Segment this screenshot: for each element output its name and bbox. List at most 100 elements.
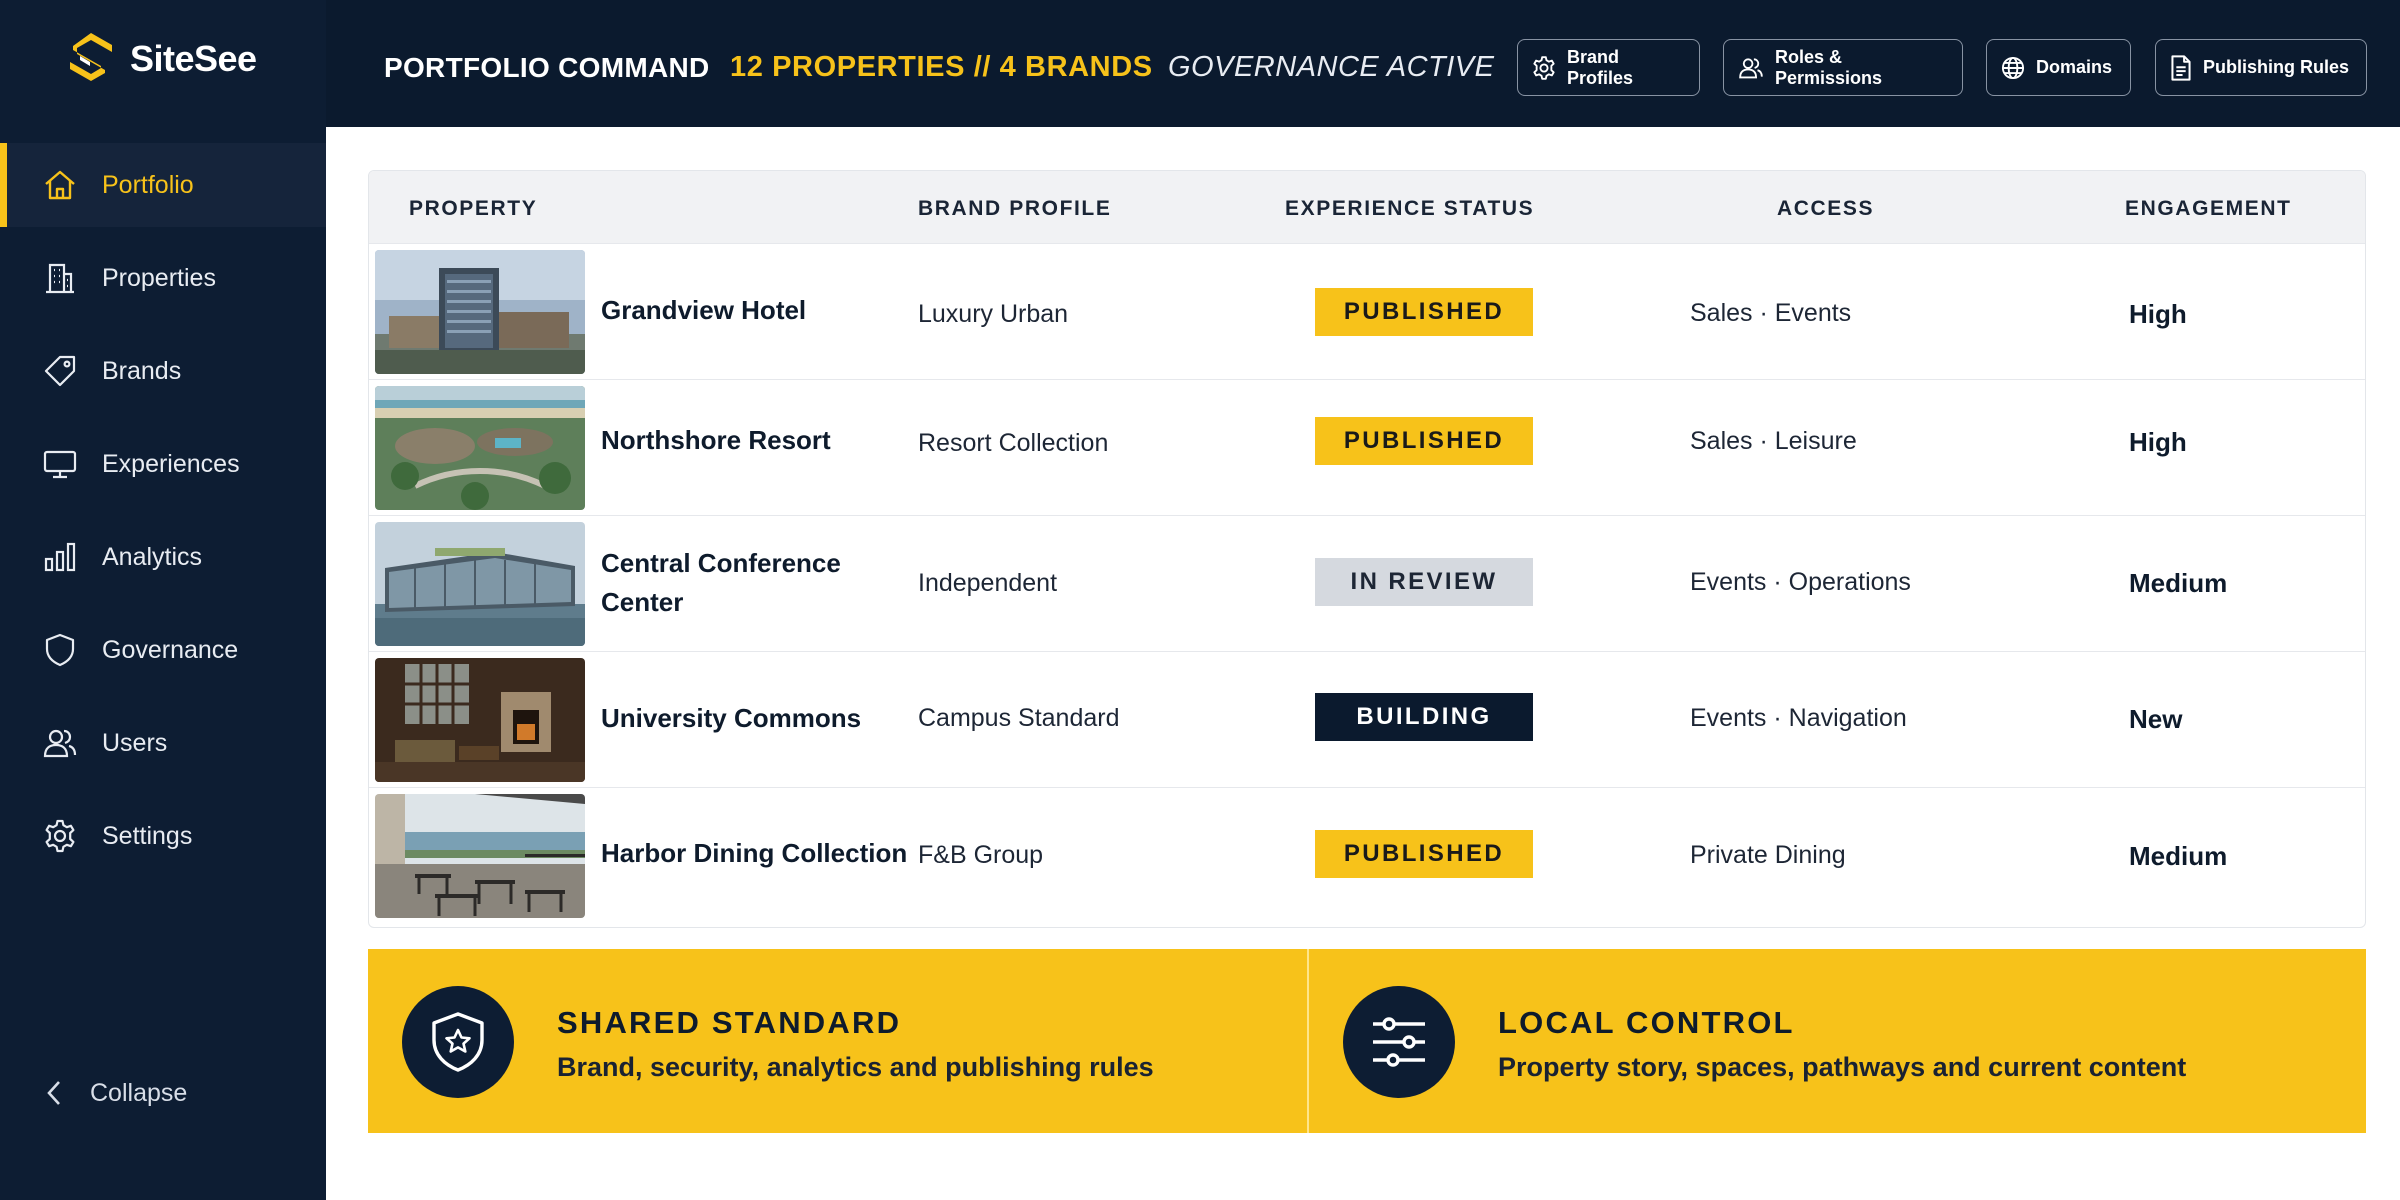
- gear-icon: [40, 816, 80, 856]
- table-row[interactable]: Harbor Dining Collection F&B Group PUBLI…: [369, 787, 2365, 923]
- logo-mark-icon: [70, 33, 112, 81]
- access-value: Sales · Leisure: [1690, 427, 1857, 455]
- sidebar-item-properties[interactable]: Properties: [0, 236, 326, 320]
- button-label: Brand Profiles: [1567, 46, 1634, 88]
- sidebar-item-label: Governance: [102, 635, 239, 664]
- status-badge: PUBLISHED: [1315, 417, 1533, 465]
- sidebar-item-label: Properties: [102, 263, 216, 292]
- table-row[interactable]: Grandview Hotel Luxury Urban PUBLISHED S…: [369, 243, 2365, 379]
- access-value: Sales · Events: [1690, 299, 1852, 327]
- panel-title: LOCAL CONTROL: [1498, 1005, 1795, 1040]
- engagement-value: Medium: [2129, 841, 2228, 871]
- brand-profile: F&B Group: [918, 841, 1044, 869]
- collapse-button[interactable]: Collapse: [44, 1078, 187, 1108]
- panel-subtitle: Property story, spaces, pathways and cur…: [1498, 1052, 2187, 1082]
- column-header-property[interactable]: PROPERTY: [409, 197, 537, 221]
- column-header-engagement[interactable]: ENGAGEMENT: [2125, 197, 2292, 221]
- property-name[interactable]: Northshore Resort: [601, 421, 871, 460]
- column-header-experience-status[interactable]: EXPERIENCE STATUS: [1285, 197, 1534, 221]
- table-row[interactable]: University Commons Campus Standard BUILD…: [369, 651, 2365, 787]
- property-thumbnail: [375, 250, 585, 374]
- sidebar-item-label: Experiences: [102, 449, 240, 478]
- logo[interactable]: SiteSee: [66, 30, 257, 88]
- property-thumbnail: [375, 522, 585, 646]
- brand-profile: Independent: [918, 569, 1058, 597]
- status-badge: PUBLISHED: [1315, 830, 1533, 878]
- top-bar: PORTFOLIO COMMAND 12 PROPERTIES // 4 BRA…: [326, 0, 2400, 127]
- property-name[interactable]: University Commons: [601, 699, 871, 738]
- brand-profile: Campus Standard: [918, 704, 1120, 732]
- local-control-panel: LOCAL CONTROL Property story, spaces, pa…: [1307, 949, 2366, 1133]
- monitor-icon: [40, 444, 80, 484]
- button-label: Publishing Rules: [2203, 57, 2350, 77]
- sidebar-item-label: Analytics: [102, 542, 203, 571]
- roles-permissions-button[interactable]: Roles & Permissions: [1723, 39, 1963, 96]
- access-value: Events · Operations: [1690, 568, 1911, 596]
- users-icon: [1739, 57, 1763, 78]
- governance-panels: SHARED STANDARD Brand, security, analyti…: [368, 949, 2366, 1133]
- property-thumbnail: [375, 794, 585, 918]
- sidebar-item-label: Portfolio: [102, 170, 194, 199]
- column-header-access[interactable]: ACCESS: [1777, 197, 1874, 221]
- sidebar-item-experiences[interactable]: Experiences: [0, 422, 326, 506]
- main-content: PROPERTY BRAND PROFILE EXPERIENCE STATUS…: [326, 127, 2400, 1200]
- page-title: PORTFOLIO COMMAND: [384, 52, 710, 83]
- users-icon: [40, 723, 80, 763]
- logo-text: SiteSee: [130, 38, 257, 79]
- status-badge: IN REVIEW: [1315, 558, 1533, 606]
- bar-chart-icon: [40, 537, 80, 577]
- engagement-value: New: [2129, 704, 2183, 734]
- button-label: Domains: [2036, 57, 2113, 77]
- property-thumbnail: [375, 658, 585, 782]
- brand-profile: Luxury Urban: [918, 300, 1069, 328]
- access-value: Private Dining: [1690, 841, 1846, 869]
- column-header-brand-profile[interactable]: BRAND PROFILE: [918, 197, 1111, 221]
- portfolio-count: 12 PROPERTIES // 4 BRANDS: [730, 51, 1153, 83]
- engagement-value: Medium: [2129, 568, 2228, 598]
- engagement-value: High: [2129, 427, 2187, 457]
- brand-profile: Resort Collection: [918, 429, 1109, 457]
- sidebar: SiteSee Portfolio Properties Brands Expe…: [0, 0, 326, 1200]
- sidebar-item-settings[interactable]: Settings: [0, 794, 326, 878]
- property-name[interactable]: Grandview Hotel: [601, 291, 871, 330]
- shield-icon: [40, 630, 80, 670]
- sidebar-item-users[interactable]: Users: [0, 701, 326, 785]
- brand-profiles-button[interactable]: Brand Profiles: [1517, 39, 1700, 96]
- sidebar-item-portfolio[interactable]: Portfolio: [0, 143, 326, 227]
- status-badge: BUILDING: [1315, 693, 1533, 741]
- panel-subtitle: Brand, security, analytics and publishin…: [557, 1052, 1154, 1082]
- sidebar-item-brands[interactable]: Brands: [0, 329, 326, 413]
- tag-icon: [40, 351, 80, 391]
- access-value: Events · Navigation: [1690, 704, 1907, 732]
- panel-title: SHARED STANDARD: [557, 1005, 902, 1040]
- collapse-label: Collapse: [90, 1078, 188, 1107]
- table-header: PROPERTY BRAND PROFILE EXPERIENCE STATUS…: [369, 171, 2365, 243]
- property-name[interactable]: Harbor Dining Collection: [601, 834, 931, 873]
- chevron-left-icon: [47, 1081, 60, 1105]
- sidebar-item-governance[interactable]: Governance: [0, 608, 326, 692]
- home-icon: [40, 165, 80, 205]
- button-label: Roles & Permissions: [1775, 46, 1883, 88]
- domains-button[interactable]: Domains: [1986, 39, 2131, 96]
- table-row[interactable]: Northshore Resort Resort Collection PUBL…: [369, 379, 2365, 515]
- sidebar-item-label: Brands: [102, 356, 182, 385]
- building-icon: [40, 258, 80, 298]
- gear-icon: [1533, 55, 1555, 80]
- shared-standard-panel: SHARED STANDARD Brand, security, analyti…: [368, 949, 1307, 1133]
- table-row[interactable]: Central Conference Center Independent IN…: [369, 515, 2365, 651]
- shield-star-icon: [402, 986, 514, 1098]
- sidebar-item-label: Settings: [102, 821, 193, 850]
- status-badge: PUBLISHED: [1315, 288, 1533, 336]
- sidebar-item-analytics[interactable]: Analytics: [0, 515, 326, 599]
- property-name[interactable]: Central Conference Center: [601, 544, 871, 622]
- property-table: PROPERTY BRAND PROFILE EXPERIENCE STATUS…: [368, 170, 2366, 928]
- sliders-icon: [1343, 986, 1455, 1098]
- publishing-rules-button[interactable]: Publishing Rules: [2155, 39, 2367, 96]
- sidebar-nav: Portfolio Properties Brands Experiences …: [0, 143, 326, 887]
- sidebar-item-label: Users: [102, 728, 168, 757]
- globe-icon: [2001, 56, 2025, 79]
- engagement-value: High: [2129, 299, 2187, 329]
- document-icon: [2171, 54, 2191, 81]
- governance-status: GOVERNANCE ACTIVE: [1168, 51, 1495, 83]
- property-thumbnail: [375, 386, 585, 510]
